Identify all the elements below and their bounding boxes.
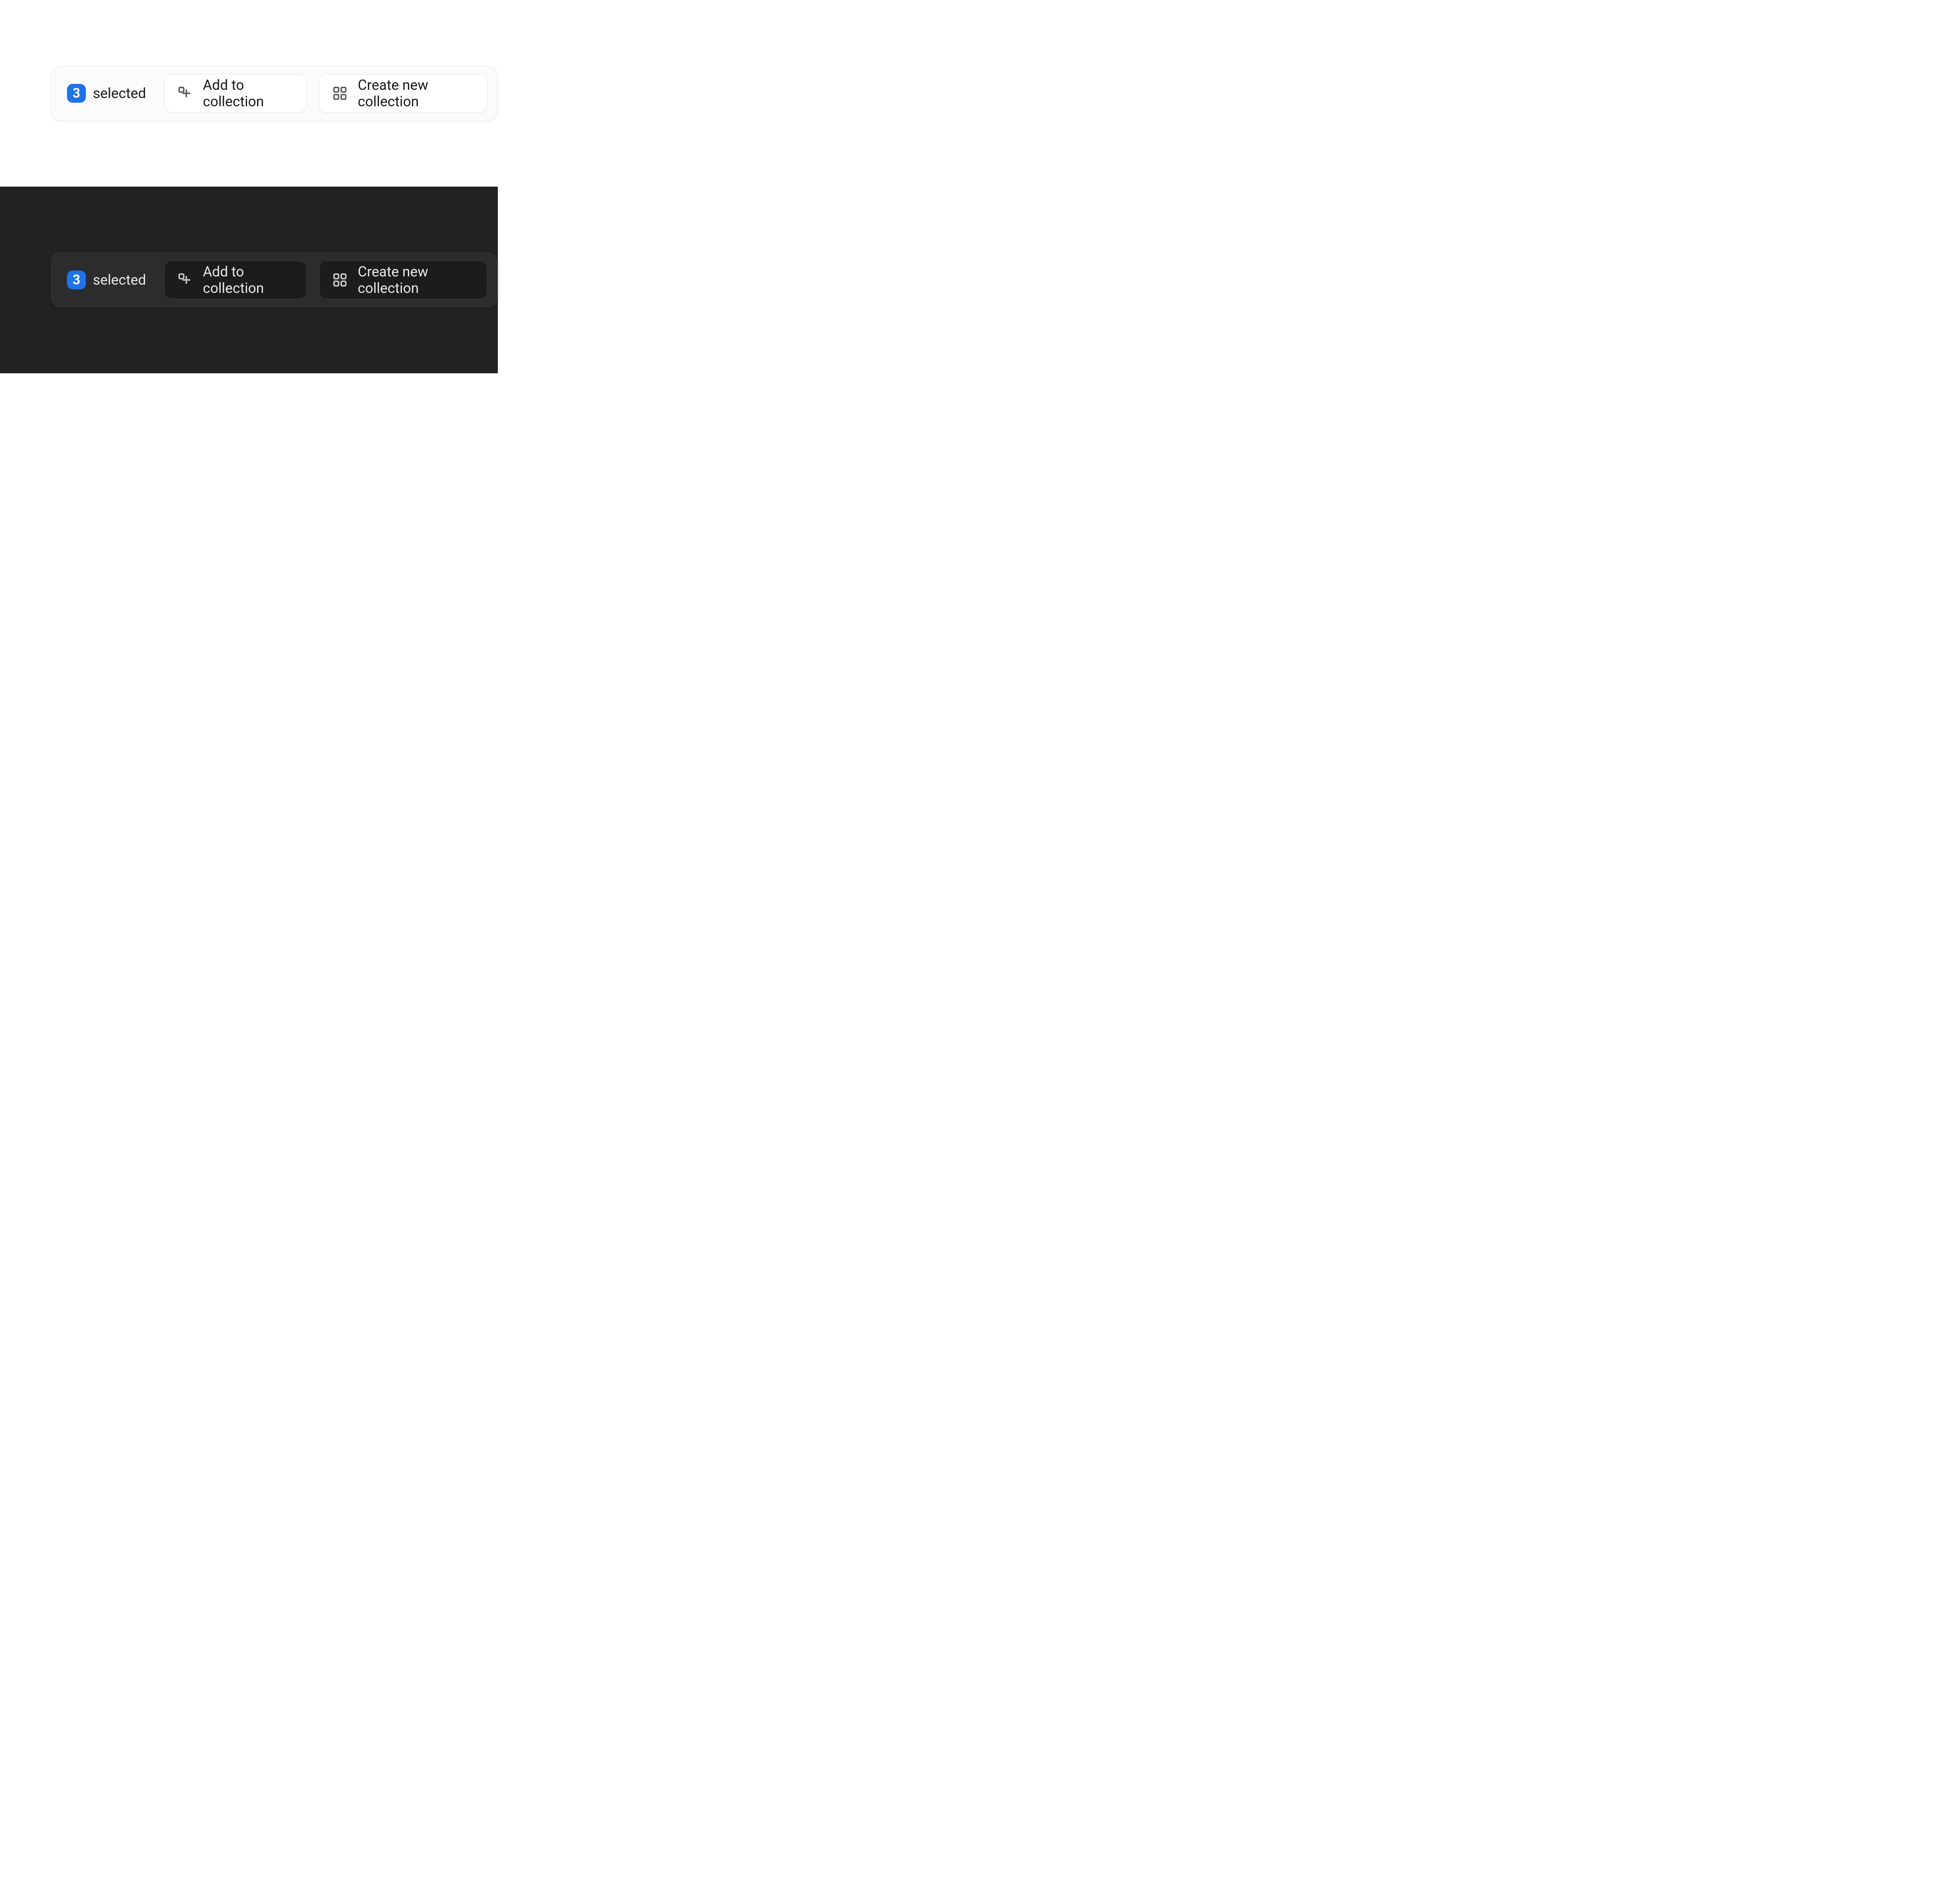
selection-toolbar: 3 selected Add to collection	[51, 253, 498, 307]
create-new-collection-button[interactable]: Create new collection	[319, 261, 487, 299]
add-square-plus-icon	[177, 85, 193, 101]
create-new-collection-label: Create new collection	[358, 77, 474, 110]
add-to-collection-button[interactable]: Add to collection	[164, 261, 307, 299]
grid-icon	[332, 272, 348, 288]
selection-status: 3 selected	[62, 84, 152, 103]
selection-label: selected	[93, 85, 146, 102]
add-square-plus-icon	[177, 272, 193, 288]
light-theme-section: 3 selected Add to collection	[0, 0, 498, 187]
selection-status: 3 selected	[62, 271, 152, 289]
selection-toolbar: 3 selected Add to collection	[51, 66, 498, 121]
add-to-collection-label: Add to collection	[203, 263, 294, 296]
selection-label: selected	[93, 272, 146, 288]
selection-count-badge: 3	[67, 84, 86, 103]
grid-icon	[332, 85, 348, 101]
add-to-collection-label: Add to collection	[203, 77, 294, 110]
add-to-collection-button[interactable]: Add to collection	[164, 74, 307, 113]
selection-count-badge: 3	[67, 271, 86, 289]
dark-theme-section: 3 selected Add to collection	[0, 187, 498, 373]
create-new-collection-label: Create new collection	[358, 263, 474, 296]
create-new-collection-button[interactable]: Create new collection	[319, 74, 487, 113]
